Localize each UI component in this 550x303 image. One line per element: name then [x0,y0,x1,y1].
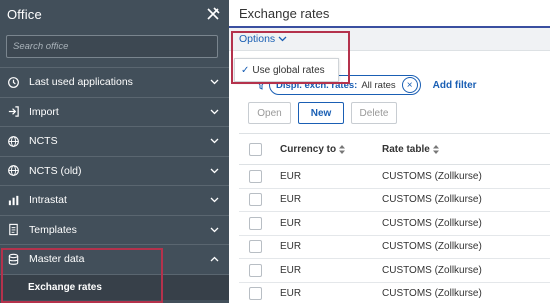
cell-rate-table: CUSTOMS (Zollkurse) [382,288,482,300]
sidebar-subitem-label: Exchange rates [28,281,102,293]
cell-currency-to: EUR [280,288,302,300]
row-checkbox[interactable] [249,263,262,277]
table-row[interactable]: EUR CUSTOMS (Zollkurse) [239,189,550,212]
sidebar-subitem-exchange-rates[interactable]: Exchange rates [0,273,229,300]
toolbar: Open New Delete [248,102,397,124]
chevron-down-icon [209,107,219,117]
sidebar-item-import[interactable]: Import [0,96,229,127]
sidebar-title: Office [7,6,42,22]
sidebar-item-ncts-old[interactable]: NCTS (old) [0,155,229,186]
row-checkbox[interactable] [249,287,262,301]
close-icon[interactable]: × [401,77,418,93]
new-button[interactable]: New [298,102,344,124]
chevron-up-icon [209,254,219,264]
add-filter-link[interactable]: Add filter [433,80,477,91]
sidebar-item-label: Last used applications [29,76,133,89]
cell-currency-to: EUR [280,217,302,229]
check-icon: ✓ [241,64,250,76]
column-header-currency-to[interactable]: Currency to [280,143,346,155]
main-panel: Exchange rates Options ✓ Use global rate… [229,0,550,303]
options-dropdown: ✓ Use global rates [234,58,339,82]
sidebar-item-label: Intrastat [29,194,67,207]
options-button[interactable]: Options [239,33,287,45]
table-row[interactable]: EUR CUSTOMS (Zollkurse) [239,283,550,303]
cell-rate-table: CUSTOMS (Zollkurse) [382,194,482,206]
sidebar-item-label: Import [29,105,59,118]
page-title: Exchange rates [239,5,330,21]
cell-rate-table: CUSTOMS (Zollkurse) [382,170,482,182]
globe-icon [6,134,20,148]
chevron-down-icon [209,195,219,205]
use-global-rates-option[interactable]: Use global rates [252,65,324,76]
globe-icon [6,164,20,178]
column-label: Currency to [280,143,337,155]
table-row[interactable]: EUR CUSTOMS (Zollkurse) [239,259,550,283]
sidebar-item-label: Templates [29,223,77,236]
chart-icon [6,193,20,207]
filter-chip-value: All rates [361,79,396,91]
sidebar: Office Last used applications Import NCT… [0,0,229,303]
sidebar-item-last-used[interactable]: Last used applications [0,67,229,97]
cell-currency-to: EUR [280,241,302,253]
search-input[interactable] [13,41,217,52]
clock-history-icon [6,75,20,89]
page-header: Exchange rates [229,0,550,28]
template-icon [6,223,20,237]
unpin-icon[interactable] [204,5,222,23]
sort-icon [432,144,439,154]
chevron-down-icon [209,225,219,235]
table-row[interactable]: EUR CUSTOMS (Zollkurse) [239,236,550,259]
cell-rate-table: CUSTOMS (Zollkurse) [382,217,482,229]
chevron-down-icon [209,136,219,146]
options-bar: Options [229,28,550,51]
sidebar-item-label: NCTS (old) [29,164,82,177]
row-checkbox[interactable] [249,169,262,183]
row-checkbox[interactable] [249,240,262,254]
row-checkbox[interactable] [249,216,262,230]
chevron-down-icon [278,33,287,45]
cell-rate-table: CUSTOMS (Zollkurse) [382,241,482,253]
open-button[interactable]: Open [248,102,291,124]
sidebar-item-intrastat[interactable]: Intrastat [0,185,229,215]
sort-icon [339,144,346,154]
table-header: Currency to Rate table [239,133,550,165]
database-icon [6,252,20,266]
chevron-down-icon [209,77,219,87]
sidebar-item-label: Master data [29,253,85,266]
options-label: Options [239,33,276,45]
sidebar-item-templates[interactable]: Templates [0,214,229,245]
exchange-rates-table: Currency to Rate table EUR CUSTOMS (Zoll… [239,133,550,303]
sidebar-item-ncts[interactable]: NCTS [0,126,229,156]
import-icon [6,105,20,119]
column-label: Rate table [382,143,430,155]
row-checkbox[interactable] [249,193,262,207]
select-all-checkbox[interactable] [249,142,262,156]
sidebar-header: Office [0,0,229,28]
table-row[interactable]: EUR CUSTOMS (Zollkurse) [239,212,550,236]
column-header-rate-table[interactable]: Rate table [382,144,439,155]
cell-currency-to: EUR [280,264,302,276]
delete-button[interactable]: Delete [351,102,397,124]
cell-currency-to: EUR [280,170,302,182]
search-office-field[interactable] [6,35,218,58]
sidebar-item-label: NCTS [29,135,58,148]
cell-rate-table: CUSTOMS (Zollkurse) [382,264,482,276]
sidebar-item-master-data[interactable]: Master data [0,244,229,274]
table-row[interactable]: EUR CUSTOMS (Zollkurse) [239,165,550,189]
chevron-down-icon [209,166,219,176]
cell-currency-to: EUR [280,194,302,206]
